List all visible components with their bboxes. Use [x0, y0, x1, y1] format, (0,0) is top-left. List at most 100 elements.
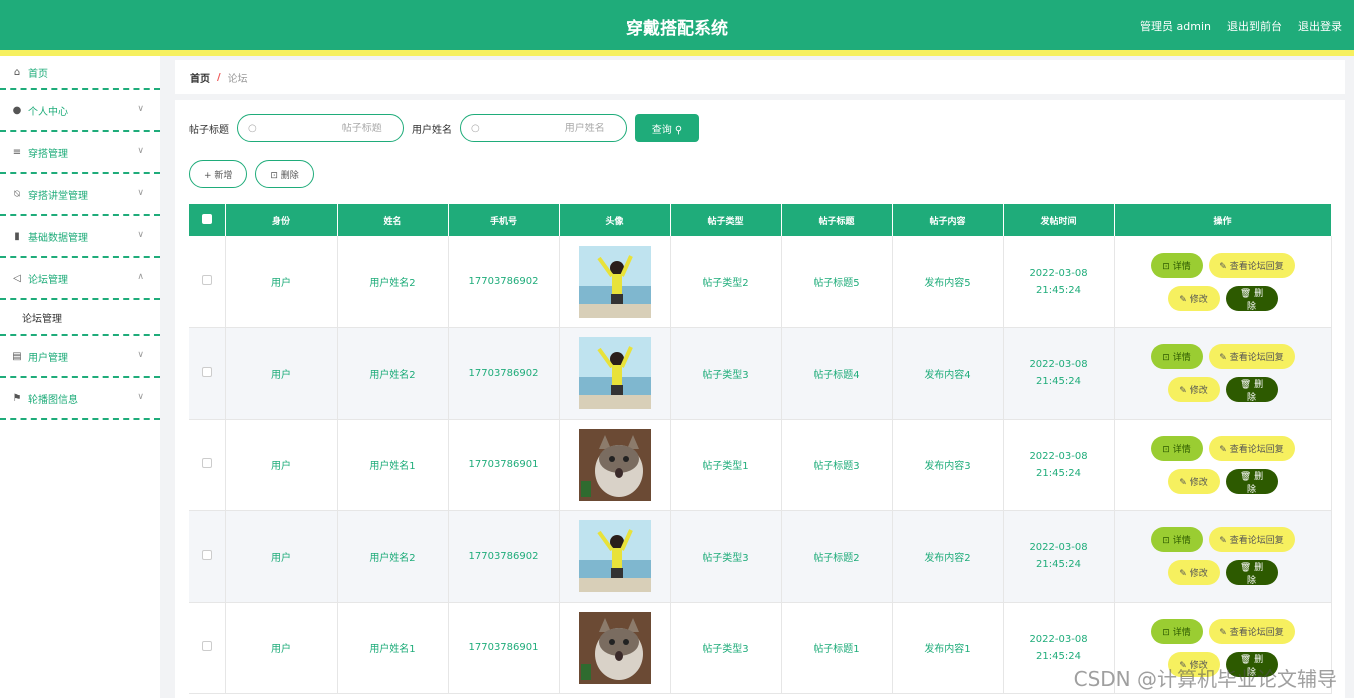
- list-icon: ≡: [12, 146, 22, 158]
- chevron-down-icon: ∨: [137, 230, 144, 240]
- cell-phone: 17703786902: [448, 510, 560, 603]
- title-search-input[interactable]: [256, 122, 382, 134]
- sidebar-item-carousel[interactable]: ⚑ 轮播图信息 ∨: [0, 378, 160, 420]
- batch-delete-button[interactable]: ⊡ 删除: [255, 160, 314, 188]
- search-icon: ○: [248, 122, 257, 134]
- cell-type: 帖子类型3: [670, 510, 782, 603]
- delete-button[interactable]: 🗑 删除: [1225, 377, 1278, 403]
- cell-title: 帖子标题3: [781, 419, 893, 511]
- edit-button[interactable]: ✎ 修改: [1167, 560, 1220, 586]
- col-header-type: 帖子类型: [670, 204, 782, 236]
- cell-name: 用户姓名2: [337, 236, 449, 328]
- main-panel: 帖子标题 ○ 用户姓名 ○ 查询 ⚲ + 新增 ⊡ 删除 身份 姓名 手机号 头…: [175, 100, 1345, 698]
- table-row: 用户 用户姓名2 17703786902 帖子类型2 帖子标题5 发布内容5 2…: [189, 236, 1332, 328]
- delete-button[interactable]: 🗑 删除: [1225, 560, 1278, 586]
- search-icon: ○: [471, 122, 480, 134]
- cell-title: 帖子标题5: [781, 236, 893, 328]
- chevron-down-icon: ∨: [137, 188, 144, 198]
- edit-button[interactable]: ✎ 修改: [1167, 285, 1220, 311]
- col-header-content: 帖子内容: [892, 204, 1004, 236]
- table-row: 用户 用户姓名2 17703786902 帖子类型3 帖子标题4 发布内容4 2…: [189, 327, 1332, 420]
- select-all-checkbox[interactable]: [189, 204, 226, 236]
- chart-icon: ▮: [14, 230, 20, 242]
- sidebar: ⌂ 首页 ● 个人中心 ∨ ≡ 穿搭管理 ∨ ⍉ 穿搭讲堂管理 ∨ ▮ 基础数据…: [0, 56, 160, 698]
- query-button[interactable]: 查询 ⚲: [635, 114, 699, 142]
- sidebar-item-label: 穿搭管理: [28, 148, 68, 160]
- chevron-down-icon: ∨: [137, 104, 144, 114]
- view-replies-button[interactable]: ✎ 查看论坛回复: [1208, 435, 1295, 461]
- view-replies-button[interactable]: ✎ 查看论坛回复: [1208, 527, 1295, 553]
- sidebar-item-outfits[interactable]: ≡ 穿搭管理 ∨: [0, 132, 160, 174]
- logout-link[interactable]: 退出登录: [1298, 18, 1342, 34]
- chevron-down-icon: ∨: [137, 392, 144, 402]
- cell-role: 用户: [225, 510, 338, 603]
- sidebar-item-label: 用户管理: [28, 352, 68, 364]
- cell-actions: ⊡ 详情 ✎ 查看论坛回复 ✎ 修改 🗑 删除: [1114, 510, 1332, 603]
- row-checkbox[interactable]: [189, 327, 226, 420]
- sidebar-item-label: 穿搭讲堂管理: [28, 190, 88, 202]
- cell-title: 帖子标题1: [781, 602, 893, 694]
- edit-button[interactable]: ✎ 修改: [1167, 377, 1220, 403]
- action-row: + 新增 ⊡ 删除: [189, 160, 314, 188]
- sidebar-item-profile[interactable]: ● 个人中心 ∨: [0, 90, 160, 132]
- col-header-time: 发帖时间: [1003, 204, 1115, 236]
- breadcrumb-current: 论坛: [227, 73, 248, 85]
- cell-phone: 17703786901: [448, 419, 560, 511]
- cell-time: 2022-03-08 21:45:24: [1003, 510, 1115, 603]
- avatar-girl-photo: [578, 245, 651, 318]
- detail-button[interactable]: ⊡ 详情: [1150, 618, 1203, 644]
- sidebar-item-lectures[interactable]: ⍉ 穿搭讲堂管理 ∨: [0, 174, 160, 216]
- sidebar-item-label: 首页: [28, 68, 48, 80]
- col-header-actions: 操作: [1114, 204, 1332, 236]
- title-search-label: 帖子标题: [189, 124, 229, 136]
- detail-button[interactable]: ⊡ 详情: [1150, 527, 1203, 553]
- edit-button[interactable]: ✎ 修改: [1167, 468, 1220, 494]
- to-front-link[interactable]: 退出到前台: [1227, 18, 1282, 34]
- avatar-cat-photo: [578, 428, 651, 501]
- row-checkbox[interactable]: [189, 419, 226, 511]
- detail-button[interactable]: ⊡ 详情: [1150, 252, 1203, 278]
- cell-actions: ⊡ 详情 ✎ 查看论坛回复 ✎ 修改 🗑 删除: [1114, 419, 1332, 511]
- breadcrumb-separator: /: [217, 71, 221, 83]
- cell-time: 2022-03-08 21:45:24: [1003, 236, 1115, 328]
- cell-content: 发布内容4: [892, 327, 1004, 420]
- breadcrumb-home[interactable]: 首页: [190, 70, 210, 85]
- table-row: 用户 用户姓名2 17703786902 帖子类型3 帖子标题2 发布内容2 2…: [189, 510, 1332, 603]
- sidebar-item-home[interactable]: ⌂ 首页: [0, 56, 160, 90]
- chevron-down-icon: ∨: [137, 350, 144, 360]
- cell-type: 帖子类型3: [670, 602, 782, 694]
- title-search-box: ○: [237, 114, 404, 142]
- cell-role: 用户: [225, 327, 338, 420]
- cell-content: 发布内容1: [892, 602, 1004, 694]
- sidebar-item-label: 个人中心: [28, 106, 68, 118]
- sidebar-item-users[interactable]: ▤ 用户管理 ∨: [0, 336, 160, 378]
- col-header-phone: 手机号: [448, 204, 560, 236]
- cell-role: 用户: [225, 236, 338, 328]
- row-checkbox[interactable]: [189, 602, 226, 694]
- sidebar-item-basedata[interactable]: ▮ 基础数据管理 ∨: [0, 216, 160, 258]
- view-replies-button[interactable]: ✎ 查看论坛回复: [1208, 618, 1295, 644]
- user-search-input[interactable]: [479, 122, 605, 134]
- sidebar-item-forum[interactable]: ◁ 论坛管理 ∧: [0, 258, 160, 300]
- user-search-label: 用户姓名: [412, 124, 452, 136]
- detail-button[interactable]: ⊡ 详情: [1150, 435, 1203, 461]
- sidebar-subitem-forum[interactable]: 论坛管理: [0, 300, 160, 336]
- add-button[interactable]: + 新增: [189, 160, 248, 188]
- delete-button[interactable]: 🗑 删除: [1225, 468, 1278, 495]
- row-checkbox[interactable]: [189, 236, 226, 328]
- col-header-title: 帖子标题: [781, 204, 893, 236]
- cell-actions: ⊡ 详情 ✎ 查看论坛回复 ✎ 修改 🗑 删除: [1114, 236, 1332, 328]
- detail-button[interactable]: ⊡ 详情: [1150, 344, 1203, 370]
- view-replies-button[interactable]: ✎ 查看论坛回复: [1208, 344, 1295, 370]
- cell-content: 发布内容2: [892, 510, 1004, 603]
- table-header-row: 身份 姓名 手机号 头像 帖子类型 帖子标题 帖子内容 发帖时间 操作: [189, 204, 1332, 236]
- cell-type: 帖子类型2: [670, 236, 782, 328]
- cell-role: 用户: [225, 419, 338, 511]
- cell-title: 帖子标题2: [781, 510, 893, 603]
- avatar-cat-photo: [578, 611, 651, 684]
- view-replies-button[interactable]: ✎ 查看论坛回复: [1208, 252, 1295, 278]
- user-icon: ●: [12, 104, 22, 116]
- sidebar-item-label: 轮播图信息: [28, 394, 78, 406]
- delete-button[interactable]: 🗑 删除: [1225, 285, 1278, 312]
- row-checkbox[interactable]: [189, 510, 226, 603]
